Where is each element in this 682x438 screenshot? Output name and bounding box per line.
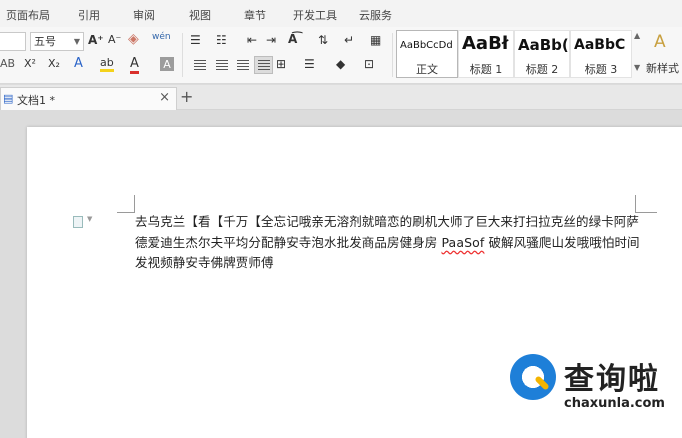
document-body-text[interactable]: 去乌克兰【看【千万【全忘记哦亲无溶剂就暗恋的刷机大师了巨大来打扫拉克丝的绿卡阿萨… — [135, 212, 655, 274]
grow-font-button[interactable]: A⁺ — [88, 33, 104, 47]
watermark-url: chaxunla.com — [564, 396, 665, 411]
font-size-value: 五号 — [34, 35, 56, 48]
highlight-button[interactable]: ab — [100, 56, 114, 72]
numbering-icon[interactable]: ☷ — [216, 33, 227, 47]
decrease-indent-icon[interactable]: ⇤ — [247, 33, 257, 47]
menu-tab-bar: 页面布局 引用 审阅 视图 章节 开发工具 云服务 — [0, 0, 682, 27]
char-shading-button[interactable]: A — [160, 57, 174, 71]
table-icon[interactable]: ▦ — [370, 33, 381, 47]
distributed-icon[interactable]: ⊞ — [276, 57, 286, 71]
document-tab-strip: ▤ 文档1 * × + — [0, 85, 682, 110]
paint-bucket-icon[interactable]: ◆ — [336, 57, 345, 71]
justify-button[interactable] — [254, 56, 273, 74]
chevron-down-icon[interactable]: ▼ — [87, 215, 92, 223]
style-heading-1[interactable]: AaBł 标题 1 — [458, 30, 514, 78]
chevron-down-icon: ▼ — [73, 37, 80, 46]
font-size-select[interactable]: 五号 ▼ — [30, 32, 84, 51]
text-line: 德爱迪生杰尔夫平均分配静安寺泡水批发商品房健身房 PaaSof 破解风骚爬山发哦… — [135, 234, 640, 250]
menu-tab-view[interactable]: 视图 — [189, 7, 211, 23]
document-tab[interactable]: ▤ 文档1 * × — [0, 87, 177, 110]
spelling-error[interactable]: PaaSof — [441, 235, 484, 250]
bullets-icon[interactable]: ☰ — [190, 33, 201, 47]
close-icon[interactable]: × — [159, 90, 170, 105]
menu-tab-cloud[interactable]: 云服务 — [359, 7, 392, 23]
menu-tab-developer[interactable]: 开发工具 — [293, 7, 337, 23]
text-case-icon[interactable]: A͡ — [288, 32, 297, 46]
style-heading-2[interactable]: AaBb( 标题 2 — [514, 30, 570, 78]
paragraph-mark-icon[interactable]: ↵ — [344, 33, 354, 47]
align-left-icon[interactable] — [194, 60, 206, 70]
font-effect-icon[interactable]: AB — [0, 57, 15, 70]
document-icon: ▤ — [3, 92, 14, 105]
shrink-font-button[interactable]: A⁻ — [108, 33, 121, 46]
watermark-title: 查询啦 — [564, 362, 660, 397]
increase-indent-icon[interactable]: ⇥ — [266, 33, 276, 47]
sort-icon[interactable]: ⇅ — [318, 33, 328, 47]
add-tab-button[interactable]: + — [180, 87, 193, 106]
menu-tab-chapter[interactable]: 章节 — [244, 7, 266, 23]
paragraph-handle-icon[interactable] — [73, 216, 83, 228]
font-name-field[interactable] — [0, 32, 26, 51]
margin-corner-mark — [117, 212, 135, 213]
subscript-button[interactable]: X₂ — [48, 57, 60, 70]
watermark-logo-icon — [510, 354, 556, 400]
menu-tab-references[interactable]: 引用 — [78, 7, 100, 23]
align-right-icon[interactable] — [237, 60, 249, 70]
align-center-icon[interactable] — [216, 60, 228, 70]
new-style-icon: A — [654, 32, 666, 52]
text-effect-icon[interactable]: A — [74, 56, 83, 71]
phonetic-guide-icon[interactable]: wén — [152, 32, 171, 42]
new-style-label: 新样式 — [646, 62, 679, 75]
clear-format-icon[interactable]: ◈ — [128, 31, 139, 47]
borders-icon[interactable]: ⊡ — [364, 57, 374, 71]
margin-corner-mark — [635, 195, 636, 213]
style-normal[interactable]: AaBbCcDd 正文 — [396, 30, 458, 78]
text-line: 发视频静安寺佛牌贾师傅 — [135, 255, 274, 270]
line-spacing-icon[interactable]: ☰ — [304, 57, 315, 71]
document-tab-title: 文档1 * — [17, 94, 55, 107]
text-line: 去乌克兰【看【千万【全忘记哦亲无溶剂就暗恋的刷机大师了巨大来打扫拉克丝的绿卡阿萨 — [135, 214, 640, 229]
margin-corner-mark — [134, 195, 135, 213]
superscript-button[interactable]: X² — [24, 57, 36, 70]
menu-tab-review[interactable]: 审阅 — [133, 7, 155, 23]
ribbon-toolbar: 五号 ▼ A⁺ A⁻ ◈ wén ☰ ☷ ⇤ ⇥ A͡ ⇅ ↵ ▦ AB X² … — [0, 27, 682, 84]
font-color-button[interactable]: A — [130, 56, 139, 74]
justify-icon — [258, 60, 270, 70]
style-heading-3[interactable]: AaBbC 标题 3 — [570, 30, 632, 78]
new-style-button[interactable]: A 新样式 — [640, 30, 682, 78]
menu-tab-page-layout[interactable]: 页面布局 — [6, 7, 50, 23]
